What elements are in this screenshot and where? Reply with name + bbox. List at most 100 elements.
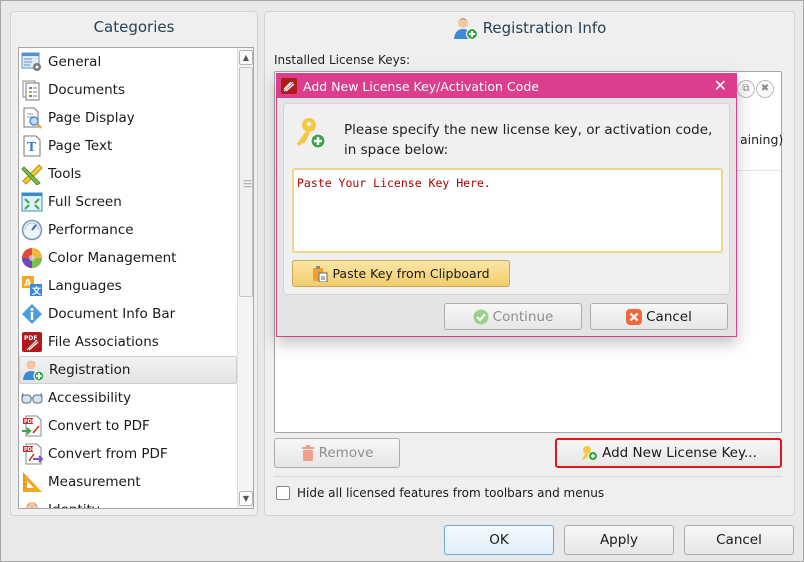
info-icon: [22, 304, 42, 324]
category-item-documents[interactable]: Documents: [19, 76, 237, 104]
svg-text:PDF: PDF: [24, 447, 35, 453]
ruler-triangle-icon: [23, 472, 42, 492]
user-add-icon: [23, 360, 44, 381]
registration-title: Registration Info: [482, 19, 607, 37]
trash-icon: [301, 445, 314, 461]
category-label: File Associations: [48, 334, 159, 350]
page-text-icon: T: [23, 135, 41, 157]
category-item-convert-to-pdf[interactable]: PDF Convert to PDF: [19, 412, 237, 440]
copy-key-button[interactable]: ⧉: [737, 80, 755, 98]
glasses-icon: [21, 392, 43, 404]
convert-from-pdf-icon: PDF: [23, 443, 43, 465]
cancel-x-icon: [626, 308, 643, 325]
scroll-up-button[interactable]: ▲: [239, 50, 253, 65]
hide-features-checkbox[interactable]: [276, 486, 290, 500]
category-label: Accessibility: [48, 390, 132, 406]
languages-icon: A文: [22, 276, 42, 297]
license-key-input[interactable]: [292, 168, 723, 253]
category-label: Registration: [49, 362, 131, 378]
remove-button[interactable]: Remove: [274, 438, 400, 468]
categories-items: General Documents Page Display T Page Text To…: [19, 48, 237, 508]
scroll-thumb[interactable]: — — —: [239, 67, 253, 297]
category-item-general[interactable]: General: [19, 48, 237, 76]
category-label: Page Text: [48, 138, 113, 154]
dialog-cancel-label: Cancel: [646, 308, 692, 325]
dialog-title: Add New License Key/Activation Code: [303, 78, 539, 94]
dialog-titlebar[interactable]: Add New License Key/Activation Code ✕: [277, 74, 736, 98]
categories-list: General Documents Page Display T Page Text To…: [18, 47, 254, 509]
category-label: Document Info Bar: [48, 306, 176, 322]
add-license-key-dialog: Add New License Key/Activation Code ✕ Pl…: [276, 73, 737, 337]
dialog-message: Please specify the new license key, or a…: [344, 122, 713, 158]
category-item-registration[interactable]: Registration: [19, 356, 237, 384]
category-item-measurement[interactable]: Measurement: [19, 468, 237, 496]
installed-keys-label: Installed License Keys:: [274, 53, 411, 67]
category-label: Performance: [48, 222, 134, 238]
category-label: Convert from PDF: [48, 446, 168, 462]
category-label: General: [48, 54, 102, 70]
cancel-button[interactable]: Cancel: [684, 525, 794, 555]
pdf-file-icon: PDF: [22, 332, 42, 352]
color-management-icon: [22, 248, 42, 268]
category-item-page-text[interactable]: T Page Text: [19, 132, 237, 160]
category-label: Identity: [48, 502, 100, 508]
remove-label: Remove: [318, 445, 374, 461]
categories-scrollbar[interactable]: ▲ — — — ▼: [237, 48, 253, 508]
hide-features-row[interactable]: Hide all licensed features from toolbars…: [276, 486, 604, 500]
scroll-down-button[interactable]: ▼: [239, 491, 253, 506]
categories-title: Categories: [93, 18, 175, 36]
identity-icon: [26, 502, 38, 508]
category-item-page-display[interactable]: Page Display: [19, 104, 237, 132]
key-remaining-text: aining): [740, 132, 784, 147]
tools-icon: [21, 164, 43, 185]
category-item-tools[interactable]: Tools: [19, 160, 237, 188]
category-item-document-info-bar[interactable]: Document Info Bar: [19, 300, 237, 328]
category-item-accessibility[interactable]: Accessibility: [19, 384, 237, 412]
category-label: Convert to PDF: [48, 418, 150, 434]
continue-button[interactable]: Continue: [444, 303, 582, 330]
categories-panel: Categories General Documents Page Display T…: [10, 11, 258, 516]
hide-features-label: Hide all licensed features from toolbars…: [297, 486, 605, 500]
key-add-icon: [297, 118, 326, 149]
dialog-cancel-button[interactable]: Cancel: [590, 303, 728, 330]
category-label: Tools: [48, 166, 82, 182]
svg-text:PDF: PDF: [24, 419, 35, 425]
add-key-label: Add New License Key...: [602, 445, 757, 461]
dialog-close-icon[interactable]: ✕: [714, 76, 727, 95]
category-item-color-management[interactable]: Color Management: [19, 244, 237, 272]
paste-label: Paste Key from Clipboard: [332, 266, 490, 281]
app-logo-icon: [281, 78, 297, 94]
performance-icon: [21, 219, 43, 241]
page-display-icon: [23, 107, 42, 129]
category-label: Color Management: [48, 250, 177, 266]
user-add-icon: [453, 18, 478, 40]
category-item-performance[interactable]: Performance: [19, 216, 237, 244]
ok-button[interactable]: OK: [444, 525, 554, 555]
category-item-identity[interactable]: Identity: [19, 496, 237, 508]
registration-header: Registration Info: [265, 12, 794, 44]
documents-icon: [22, 80, 40, 101]
svg-text:T: T: [27, 140, 36, 154]
category-label: Languages: [48, 278, 122, 294]
scroll-grip-icon: — — —: [243, 176, 252, 192]
add-new-license-key-button[interactable]: Add New License Key...: [555, 438, 782, 468]
category-label: Page Display: [48, 110, 135, 126]
dialog-content: Please specify the new license key, or a…: [283, 103, 730, 295]
key-add-icon: [582, 446, 598, 460]
continue-label: Continue: [492, 308, 554, 325]
category-item-convert-from-pdf[interactable]: PDF Convert from PDF: [19, 440, 237, 468]
apply-button[interactable]: Apply: [564, 525, 674, 555]
clipboard-paste-icon: [313, 266, 328, 282]
panel-divider: [274, 476, 782, 477]
remove-key-x-button[interactable]: ✖: [756, 80, 774, 98]
check-circle-icon: [473, 309, 489, 324]
category-item-languages[interactable]: A 文 Languages: [19, 272, 237, 300]
general-settings-icon: [21, 52, 41, 71]
convert-to-pdf-icon: PDF: [22, 415, 42, 437]
category-item-file-associations[interactable]: PDF File Associations: [19, 328, 237, 356]
paste-from-clipboard-button[interactable]: Paste Key from Clipboard: [292, 260, 510, 287]
category-label: Documents: [48, 82, 125, 98]
category-label: Full Screen: [48, 194, 122, 210]
category-item-full-screen[interactable]: Full Screen: [19, 188, 237, 216]
svg-text:文: 文: [31, 285, 42, 297]
